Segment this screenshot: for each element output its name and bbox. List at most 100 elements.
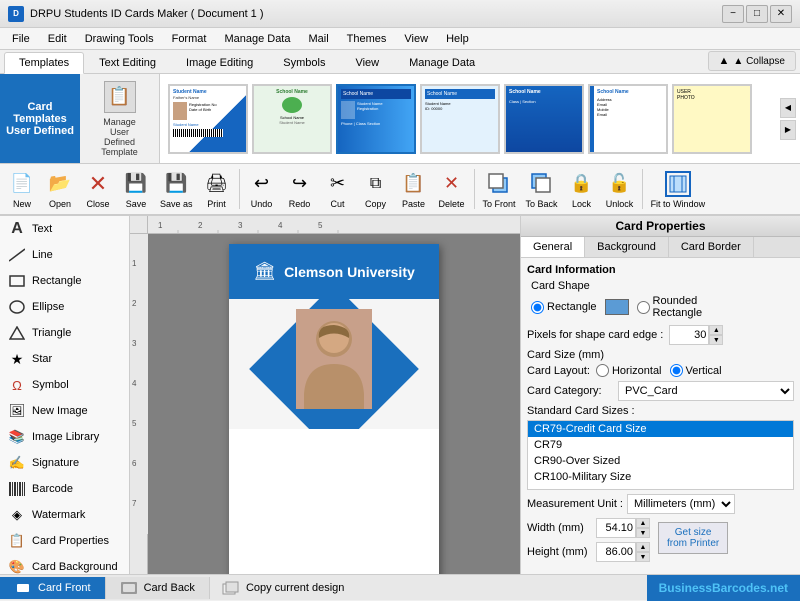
layout-horizontal[interactable]: Horizontal (596, 364, 662, 377)
height-input[interactable] (596, 542, 636, 562)
pixels-down[interactable]: ▼ (709, 335, 723, 345)
minimize-button[interactable]: − (722, 5, 744, 23)
tab-image-editing[interactable]: Image Editing (171, 52, 268, 73)
height-up[interactable]: ▲ (636, 542, 650, 552)
tab-templates[interactable]: Templates (4, 52, 84, 74)
size-cr79-credit[interactable]: CR79-Credit Card Size (528, 421, 793, 437)
lock-button[interactable]: 🔒 Lock (564, 168, 600, 211)
save-button[interactable]: 💾 Save (118, 168, 154, 211)
paste-button[interactable]: 📋 Paste (396, 168, 432, 211)
tool-triangle[interactable]: Triangle (0, 320, 129, 346)
menu-file[interactable]: File (4, 31, 38, 47)
width-up[interactable]: ▲ (636, 518, 650, 528)
size-cr90[interactable]: CR90-Over Sized (528, 453, 793, 469)
template-thumb-2[interactable]: School Name School Name Student Name (252, 84, 332, 154)
tool-new-image[interactable]: 🖼 New Image (0, 398, 129, 424)
width-spin-btns[interactable]: ▲ ▼ (636, 518, 650, 538)
tool-symbol[interactable]: Ω Symbol (0, 372, 129, 398)
tool-ellipse[interactable]: Ellipse (0, 294, 129, 320)
to-front-button[interactable]: To Front (479, 168, 520, 211)
tool-text[interactable]: A Text (0, 216, 129, 242)
tool-image-library[interactable]: 📚 Image Library (0, 424, 129, 450)
width-spinbox[interactable]: ▲ ▼ (596, 518, 650, 538)
copy-button[interactable]: ⧉ Copy (358, 168, 394, 211)
scroll-left[interactable]: ◀ (780, 98, 796, 118)
tool-barcode[interactable]: Barcode (0, 476, 129, 502)
width-down[interactable]: ▼ (636, 528, 650, 538)
template-thumb-5[interactable]: School Name Class | Section (504, 84, 584, 154)
new-button[interactable]: 📄 New (4, 168, 40, 211)
props-tab-background[interactable]: Background (585, 237, 669, 257)
template-thumb-6[interactable]: School Name AddressEmailMobileEmail (588, 84, 668, 154)
layout-vertical[interactable]: Vertical (670, 364, 722, 377)
width-input[interactable] (596, 518, 636, 538)
tool-star[interactable]: ★ Star (0, 346, 129, 372)
tab-view[interactable]: View (340, 52, 394, 73)
tool-card-background[interactable]: 🎨 Card Background (0, 554, 129, 574)
to-back-button[interactable]: To Back (522, 168, 562, 211)
copy-design-tab[interactable]: Copy current design (210, 577, 356, 599)
scroll-right[interactable]: ▶ (780, 120, 796, 140)
tab-text-editing[interactable]: Text Editing (84, 52, 171, 73)
canvas-scroll[interactable]: 🏛 Clemson University (148, 234, 520, 574)
pixels-up[interactable]: ▲ (709, 325, 723, 335)
tool-watermark[interactable]: ◈ Watermark (0, 502, 129, 528)
print-button[interactable]: 🖨 Print (199, 168, 235, 211)
size-cr100[interactable]: CR100-Military Size (528, 469, 793, 485)
card-back-tab[interactable]: Card Back (106, 577, 210, 599)
cut-label: Cut (331, 199, 345, 209)
titlebar-controls[interactable]: − □ ✕ (722, 5, 792, 23)
maximize-button[interactable]: □ (746, 5, 768, 23)
props-tab-border[interactable]: Card Border (669, 237, 754, 257)
height-down[interactable]: ▼ (636, 552, 650, 562)
shape-rectangle-radio[interactable]: Rectangle (531, 301, 597, 314)
delete-button[interactable]: ✕ Delete (434, 168, 470, 211)
collapse-button[interactable]: ▲ ▲ Collapse (708, 51, 796, 71)
props-tab-general[interactable]: General (521, 237, 585, 257)
card-front-tab[interactable]: Card Front (0, 577, 106, 599)
tool-line[interactable]: Line (0, 242, 129, 268)
tool-rectangle[interactable]: Rectangle (0, 268, 129, 294)
height-spin-btns[interactable]: ▲ ▼ (636, 542, 650, 562)
menu-format[interactable]: Format (164, 31, 215, 47)
measurement-select[interactable]: Millimeters (mm) (627, 494, 735, 514)
pixels-spin-btns[interactable]: ▲ ▼ (709, 325, 723, 345)
menu-mail[interactable]: Mail (300, 31, 336, 47)
tool-card-properties[interactable]: 📋 Card Properties (0, 528, 129, 554)
tool-card-properties-label: Card Properties (32, 535, 109, 547)
template-thumb-7[interactable]: USERPHOTO (672, 84, 752, 154)
pixels-input[interactable] (669, 325, 709, 345)
size-cr79[interactable]: CR79 (528, 437, 793, 453)
cut-button[interactable]: ✂ Cut (320, 168, 356, 211)
save-as-button[interactable]: 💾 Save as (156, 168, 197, 211)
close-button[interactable]: ✕ (770, 5, 792, 23)
tab-manage-data[interactable]: Manage Data (394, 52, 490, 73)
menu-manage-data[interactable]: Manage Data (216, 31, 298, 47)
star-icon: ★ (8, 350, 26, 368)
template-thumb-1[interactable]: Student Name Father's Name Registration … (168, 84, 248, 154)
redo-button[interactable]: ↪ Redo (282, 168, 318, 211)
tool-signature[interactable]: ✍ Signature (0, 450, 129, 476)
menu-edit[interactable]: Edit (40, 31, 75, 47)
menu-drawing-tools[interactable]: Drawing Tools (77, 31, 162, 47)
open-button[interactable]: 📂 Open (42, 168, 78, 211)
gallery-scroll[interactable]: ◀ ▶ (776, 74, 800, 163)
menu-view[interactable]: View (396, 31, 436, 47)
menu-themes[interactable]: Themes (339, 31, 395, 47)
fit-window-button[interactable]: Fit to Window (647, 168, 710, 211)
pixels-spinbox[interactable]: ▲ ▼ (669, 325, 723, 345)
manage-udt-button[interactable]: 📋 ManageUserDefinedTemplate (80, 74, 160, 163)
menu-help[interactable]: Help (438, 31, 477, 47)
unlock-button[interactable]: 🔓 Unlock (602, 168, 638, 211)
height-spinbox[interactable]: ▲ ▼ (596, 542, 650, 562)
card-body: Charlie Kyle CK-036254 Branch : MSC/Math… (229, 429, 439, 574)
shape-rounded-radio[interactable]: RoundedRectangle (637, 295, 703, 319)
undo-button[interactable]: ↩ Undo (244, 168, 280, 211)
get-size-button[interactable]: Get sizefrom Printer (658, 522, 728, 554)
template-thumb-4[interactable]: School Name Student Name ID: 00000 (420, 84, 500, 154)
category-select[interactable]: PVC_Card (618, 381, 794, 401)
tab-symbols[interactable]: Symbols (268, 52, 340, 73)
template-thumb-3[interactable]: School Name Student NameRegistration Pho… (336, 84, 416, 154)
close-label: Close (86, 199, 109, 209)
close-button-tb[interactable]: ✕ Close (80, 168, 116, 211)
